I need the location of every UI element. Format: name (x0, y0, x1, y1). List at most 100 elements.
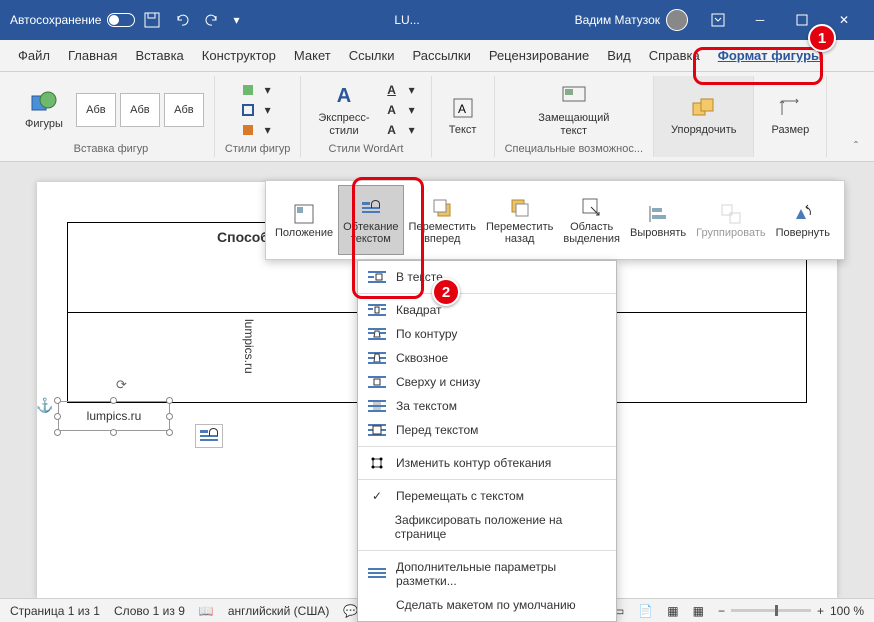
rotate-handle-icon[interactable]: ⟳ (116, 377, 127, 393)
layout-options-button[interactable] (195, 424, 223, 448)
callout-box-1 (693, 47, 823, 85)
resize-handle[interactable] (54, 413, 61, 420)
resize-handle[interactable] (166, 413, 173, 420)
shape-fill-button[interactable] (239, 81, 257, 99)
autosave-toggle[interactable]: Автосохранение (10, 13, 135, 27)
selection-pane-icon (579, 195, 605, 221)
wrap-top-bottom[interactable]: Сверху и снизу (358, 370, 616, 394)
shape-style-1[interactable]: Абв (76, 93, 116, 127)
wrap-behind[interactable]: За текстом (358, 394, 616, 418)
shape-outline-button[interactable] (239, 101, 257, 119)
size-icon (776, 94, 804, 122)
wrap-behind-icon (368, 399, 386, 413)
shapes-button[interactable]: Фигуры (18, 85, 70, 133)
zoom-control[interactable]: − + 100 % (718, 604, 864, 618)
move-with-text[interactable]: ✓Перемещать с текстом (358, 484, 616, 508)
shape-effects-button[interactable] (239, 121, 257, 139)
spellcheck-icon[interactable]: 📖 (199, 604, 214, 618)
send-backward-button[interactable]: Переместить назад (481, 185, 558, 255)
more-options-icon (368, 567, 386, 581)
shape-style-3[interactable]: Абв (164, 93, 204, 127)
size-button[interactable]: Размер (764, 91, 816, 139)
collapse-ribbon-icon[interactable]: ˆ (846, 135, 866, 157)
autosave-label: Автосохранение (10, 13, 101, 27)
text-effects-button[interactable]: A (383, 121, 401, 139)
wrap-through-icon (368, 351, 386, 365)
text-button[interactable]: A Текст (442, 91, 484, 139)
wrap-through[interactable]: Сквозное (358, 346, 616, 370)
position-icon (291, 201, 317, 227)
align-button[interactable]: Выровнять (625, 185, 691, 255)
more-layout-options[interactable]: Дополнительные параметры разметки... (358, 555, 616, 593)
wrap-icon (200, 430, 218, 442)
shapes-icon (30, 88, 58, 116)
redo-button[interactable] (199, 7, 225, 33)
save-button[interactable] (139, 7, 165, 33)
ribbon: Фигуры Абв Абв Абв Вставка фигур ▾ ▾ ▾ С… (0, 72, 874, 162)
shape-outline-more[interactable]: ▾ (259, 101, 277, 119)
wrap-tight[interactable]: По контуру (358, 322, 616, 346)
resize-handle[interactable] (54, 397, 61, 404)
text-fill-button[interactable]: A (383, 81, 401, 99)
wrap-text-menu: В тексте Квадрат По контуру Сквозное Све… (357, 260, 617, 622)
shape-effects-more[interactable]: ▾ (259, 121, 277, 139)
print-layout-icon[interactable]: ▦ (667, 604, 678, 618)
arrange-icon (690, 94, 718, 122)
text-box[interactable]: lumpics.ru (58, 401, 170, 431)
rotate-button[interactable]: Повернуть (771, 185, 835, 255)
word-count[interactable]: Слово 1 из 9 (114, 604, 185, 618)
alt-text-button[interactable]: Замещающий текст (531, 79, 616, 139)
wordart-styles-button[interactable]: A Экспресс- стили (311, 79, 376, 139)
tab-mailings[interactable]: Рассылки (404, 42, 478, 69)
undo-button[interactable] (169, 7, 195, 33)
resize-handle[interactable] (166, 429, 173, 436)
group-icon (718, 201, 744, 227)
language-indicator[interactable]: английский (США) (228, 604, 329, 618)
resize-handle[interactable] (166, 397, 173, 404)
arrange-button[interactable]: Упорядочить (664, 91, 743, 139)
tab-references[interactable]: Ссылки (341, 42, 403, 69)
shape-fill-more[interactable]: ▾ (259, 81, 277, 99)
edit-wrap-points[interactable]: Изменить контур обтекания (358, 451, 616, 475)
group-wordart: A Экспресс- стили A▾ A▾ A▾ Стили WordArt (301, 76, 431, 157)
resize-handle[interactable] (54, 429, 61, 436)
user-name: Вадим Матузок (575, 13, 660, 27)
group-button: Группировать (691, 185, 771, 255)
align-icon (645, 201, 671, 227)
read-mode-icon[interactable]: 📄 (638, 604, 653, 618)
page-indicator[interactable]: Страница 1 из 1 (10, 604, 100, 618)
resize-handle[interactable] (110, 397, 117, 404)
wrap-front[interactable]: Перед текстом (358, 418, 616, 442)
group-insert-shapes: Фигуры Абв Абв Абв Вставка фигур (8, 76, 215, 157)
bring-forward-icon (429, 195, 455, 221)
user-account[interactable]: Вадим Матузок (575, 9, 688, 31)
tab-review[interactable]: Рецензирование (481, 42, 597, 69)
selection-pane-button[interactable]: Область выделения (558, 185, 625, 255)
tab-design[interactable]: Конструктор (194, 42, 284, 69)
tab-view[interactable]: Вид (599, 42, 639, 69)
watermark-text: lumpics.ru (242, 319, 256, 374)
document-title: LU... (240, 13, 575, 27)
avatar-icon (666, 9, 688, 31)
shape-style-2[interactable]: Абв (120, 93, 160, 127)
minimize-button[interactable]: ─ (740, 6, 780, 34)
ribbon-options-button[interactable] (698, 6, 738, 34)
tab-file[interactable]: Файл (10, 42, 58, 69)
fix-position[interactable]: Зафиксировать положение на странице (358, 508, 616, 546)
wrap-square[interactable]: Квадрат (358, 298, 616, 322)
wrap-tight-icon (368, 327, 386, 341)
tab-layout[interactable]: Макет (286, 42, 339, 69)
tab-insert[interactable]: Вставка (127, 42, 191, 69)
zoom-in-icon[interactable]: + (817, 604, 824, 618)
web-layout-icon[interactable]: ▦ (693, 604, 704, 618)
resize-handle[interactable] (110, 429, 117, 436)
selected-shape[interactable]: ⟳ ⚓ lumpics.ru (58, 395, 188, 465)
zoom-slider[interactable] (731, 609, 811, 612)
set-default-layout: Сделать макетом по умолчанию (358, 593, 616, 617)
text-outline-button[interactable]: A (383, 101, 401, 119)
position-button[interactable]: Положение (270, 185, 338, 255)
zoom-out-icon[interactable]: − (718, 604, 725, 618)
zoom-level[interactable]: 100 % (830, 604, 864, 618)
callout-box-2 (352, 177, 424, 299)
tab-home[interactable]: Главная (60, 42, 125, 69)
